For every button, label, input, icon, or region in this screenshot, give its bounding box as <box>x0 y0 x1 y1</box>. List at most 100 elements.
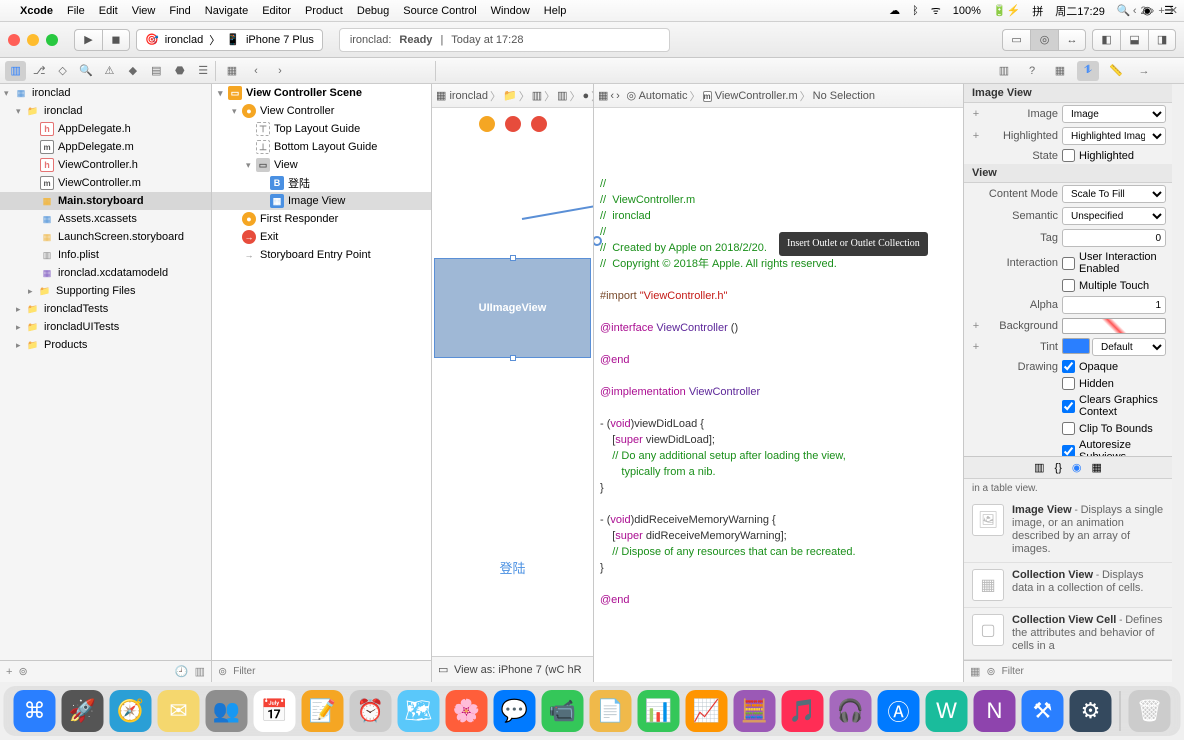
jump-crumb[interactable]: ▦ ironclad <box>436 89 488 102</box>
dock-app[interactable]: Ⓐ <box>878 690 920 732</box>
dock-app[interactable]: 🗺 <box>398 690 440 732</box>
outline-image-view[interactable]: ▦Image View <box>212 192 431 210</box>
zoom-window-button[interactable] <box>46 34 58 46</box>
dock-app[interactable]: 👥 <box>206 690 248 732</box>
outline-back-button[interactable]: ‹ <box>245 61 267 81</box>
highlighted-image-combobox[interactable]: Highlighted Image <box>1062 127 1166 145</box>
clock[interactable]: 周二17:29 <box>1055 3 1105 19</box>
dock-app[interactable]: ✉ <box>158 690 200 732</box>
dock-app[interactable]: ⏰ <box>350 690 392 732</box>
dock-app[interactable]: 🚀 <box>62 690 104 732</box>
source-control-navigator-tab[interactable]: ⎇ <box>28 61 49 81</box>
menu-debug[interactable]: Debug <box>357 5 389 17</box>
jump-crumb[interactable]: ● <box>583 90 590 102</box>
breakpoint-navigator-tab[interactable]: ⬣ <box>169 61 190 81</box>
outline-view-controller[interactable]: ▾●View Controller <box>212 102 431 120</box>
debug-navigator-tab[interactable]: ▤ <box>146 61 167 81</box>
objlib-filter-input[interactable] <box>1002 666 1166 677</box>
menu-window[interactable]: Window <box>491 5 530 17</box>
state-highlighted-checkbox[interactable] <box>1062 149 1075 162</box>
dock-app[interactable]: 🧮 <box>734 690 776 732</box>
dock-app[interactable]: 📅 <box>254 690 296 732</box>
jump-mode[interactable]: ◎ Automatic <box>627 89 688 102</box>
nav-file[interactable]: ▦LaunchScreen.storyboard <box>0 228 211 246</box>
semantic-select[interactable]: Unspecified <box>1062 207 1166 225</box>
clip-to-bounds-checkbox[interactable] <box>1062 422 1075 435</box>
dock-app[interactable]: 🎧 <box>830 690 872 732</box>
filter-icon[interactable]: ⊚ <box>18 665 27 678</box>
outline-first-responder[interactable]: ●First Responder <box>212 210 431 228</box>
symbol-navigator-tab[interactable]: ◇ <box>52 61 73 81</box>
stop-button[interactable]: ◼ <box>102 29 130 51</box>
user-interaction-checkbox[interactable] <box>1062 257 1075 270</box>
nav-group-ironclad[interactable]: ▾📁ironclad <box>0 102 211 120</box>
assistant-jump-bar[interactable]: ▦ ‹ › ◎ Automatic〉 m ViewController.m〉 N… <box>594 84 963 108</box>
nav-file[interactable]: mAppDelegate.m <box>0 138 211 156</box>
forward-button[interactable]: › <box>616 90 620 102</box>
opaque-checkbox[interactable] <box>1062 360 1075 373</box>
plus-icon[interactable]: + <box>970 130 982 142</box>
nav-file-selected[interactable]: ▦Main.storyboard <box>0 192 211 210</box>
issue-navigator-tab[interactable]: ⚠ <box>99 61 120 81</box>
quick-help-inspector-tab[interactable]: ? <box>1021 61 1043 81</box>
objlib-item-image-view[interactable]: 🖼 Image View - Displays a single image, … <box>964 498 1172 563</box>
dock-app[interactable]: 📹 <box>542 690 584 732</box>
outline-button[interactable]: B登陆 <box>212 174 431 192</box>
dock-app[interactable]: ⚒ <box>1022 690 1064 732</box>
add-button[interactable]: + <box>6 666 12 678</box>
outline-top-guide[interactable]: ⊤Top Layout Guide <box>212 120 431 138</box>
nav-group[interactable]: ▸📁Supporting Files <box>0 282 211 300</box>
content-mode-select[interactable]: Scale To Fill <box>1062 185 1166 203</box>
outline-filter-input[interactable] <box>233 666 425 677</box>
menu-find[interactable]: Find <box>169 5 190 17</box>
run-button[interactable]: ▶ <box>74 29 102 51</box>
bluetooth-icon[interactable]: ᛒ <box>912 5 919 17</box>
find-navigator-tab[interactable]: 🔍 <box>75 61 96 81</box>
canvas-device-toggle[interactable]: ▭ <box>438 663 448 676</box>
dock-app[interactable]: ⚙ <box>1070 690 1112 732</box>
outline-forward-button[interactable]: › <box>269 61 291 81</box>
related-items-icon[interactable]: ▦ <box>598 89 608 102</box>
toggle-debug-area-button[interactable]: ⬓ <box>1120 29 1148 51</box>
menu-source-control[interactable]: Source Control <box>403 5 476 17</box>
scheme-selector[interactable]: 🎯 ironclad 〉 📱 iPhone 7 Plus <box>136 29 323 51</box>
toggle-navigator-button[interactable]: ◧ <box>1092 29 1120 51</box>
clears-graphics-checkbox[interactable] <box>1062 400 1075 413</box>
input-source-icon[interactable]: 拼 <box>1032 3 1043 19</box>
background-color-well[interactable] <box>1062 318 1166 334</box>
minimize-window-button[interactable] <box>27 34 39 46</box>
resize-handle[interactable] <box>510 255 516 261</box>
tint-color-well[interactable] <box>1062 338 1090 354</box>
outline-entry-point[interactable]: →Storyboard Entry Point <box>212 246 431 264</box>
dock-app[interactable]: 🌸 <box>446 690 488 732</box>
code-snippet-library-tab[interactable]: {} <box>1055 462 1062 474</box>
dock-app[interactable]: ⌘ <box>14 690 56 732</box>
dock-trash[interactable]: 🗑 <box>1129 690 1171 732</box>
dock-app[interactable]: 📈 <box>686 690 728 732</box>
canvas-footer[interactable]: ▭ View as: iPhone 7 (wC hR <box>432 656 593 682</box>
jump-crumb[interactable]: ▥ <box>532 89 542 102</box>
alpha-field[interactable] <box>1062 296 1166 314</box>
jump-crumb[interactable]: ▥ <box>557 89 567 102</box>
menu-navigate[interactable]: Navigate <box>205 5 248 17</box>
recent-filter-icon[interactable]: 🕘 <box>175 665 189 678</box>
jump-file[interactable]: m ViewController.m <box>703 90 798 102</box>
nav-file[interactable]: ▦ironclad.xcdatamodeld <box>0 264 211 282</box>
tint-select[interactable]: Default <box>1092 338 1166 356</box>
tag-field[interactable] <box>1062 229 1166 247</box>
nav-file[interactable]: ▦Assets.xcassets <box>0 210 211 228</box>
dock-app[interactable]: 🧭 <box>110 690 152 732</box>
plus-icon[interactable]: + <box>970 320 982 332</box>
exit-proxy-icon[interactable] <box>531 116 547 132</box>
nav-group[interactable]: ▸📁Products <box>0 336 211 354</box>
spotlight-icon[interactable]: 🔍 <box>1117 4 1131 17</box>
back-button[interactable]: ‹ <box>610 90 614 102</box>
file-inspector-tab[interactable]: ▥ <box>993 61 1015 81</box>
menu-view[interactable]: View <box>132 5 156 17</box>
canvas-body[interactable]: UIImageView 登陆 <box>432 108 593 656</box>
nav-file[interactable]: hViewController.h <box>0 156 211 174</box>
uiimageview-element[interactable]: UIImageView <box>434 258 591 358</box>
nav-group[interactable]: ▸📁ironcladTests <box>0 300 211 318</box>
autoresize-checkbox[interactable] <box>1062 445 1075 457</box>
canvas-jump-bar[interactable]: ▦ ironclad〉 📁〉 ▥〉 ▥〉 ●〉 ▭ View〉 ▦ Image … <box>432 84 593 108</box>
